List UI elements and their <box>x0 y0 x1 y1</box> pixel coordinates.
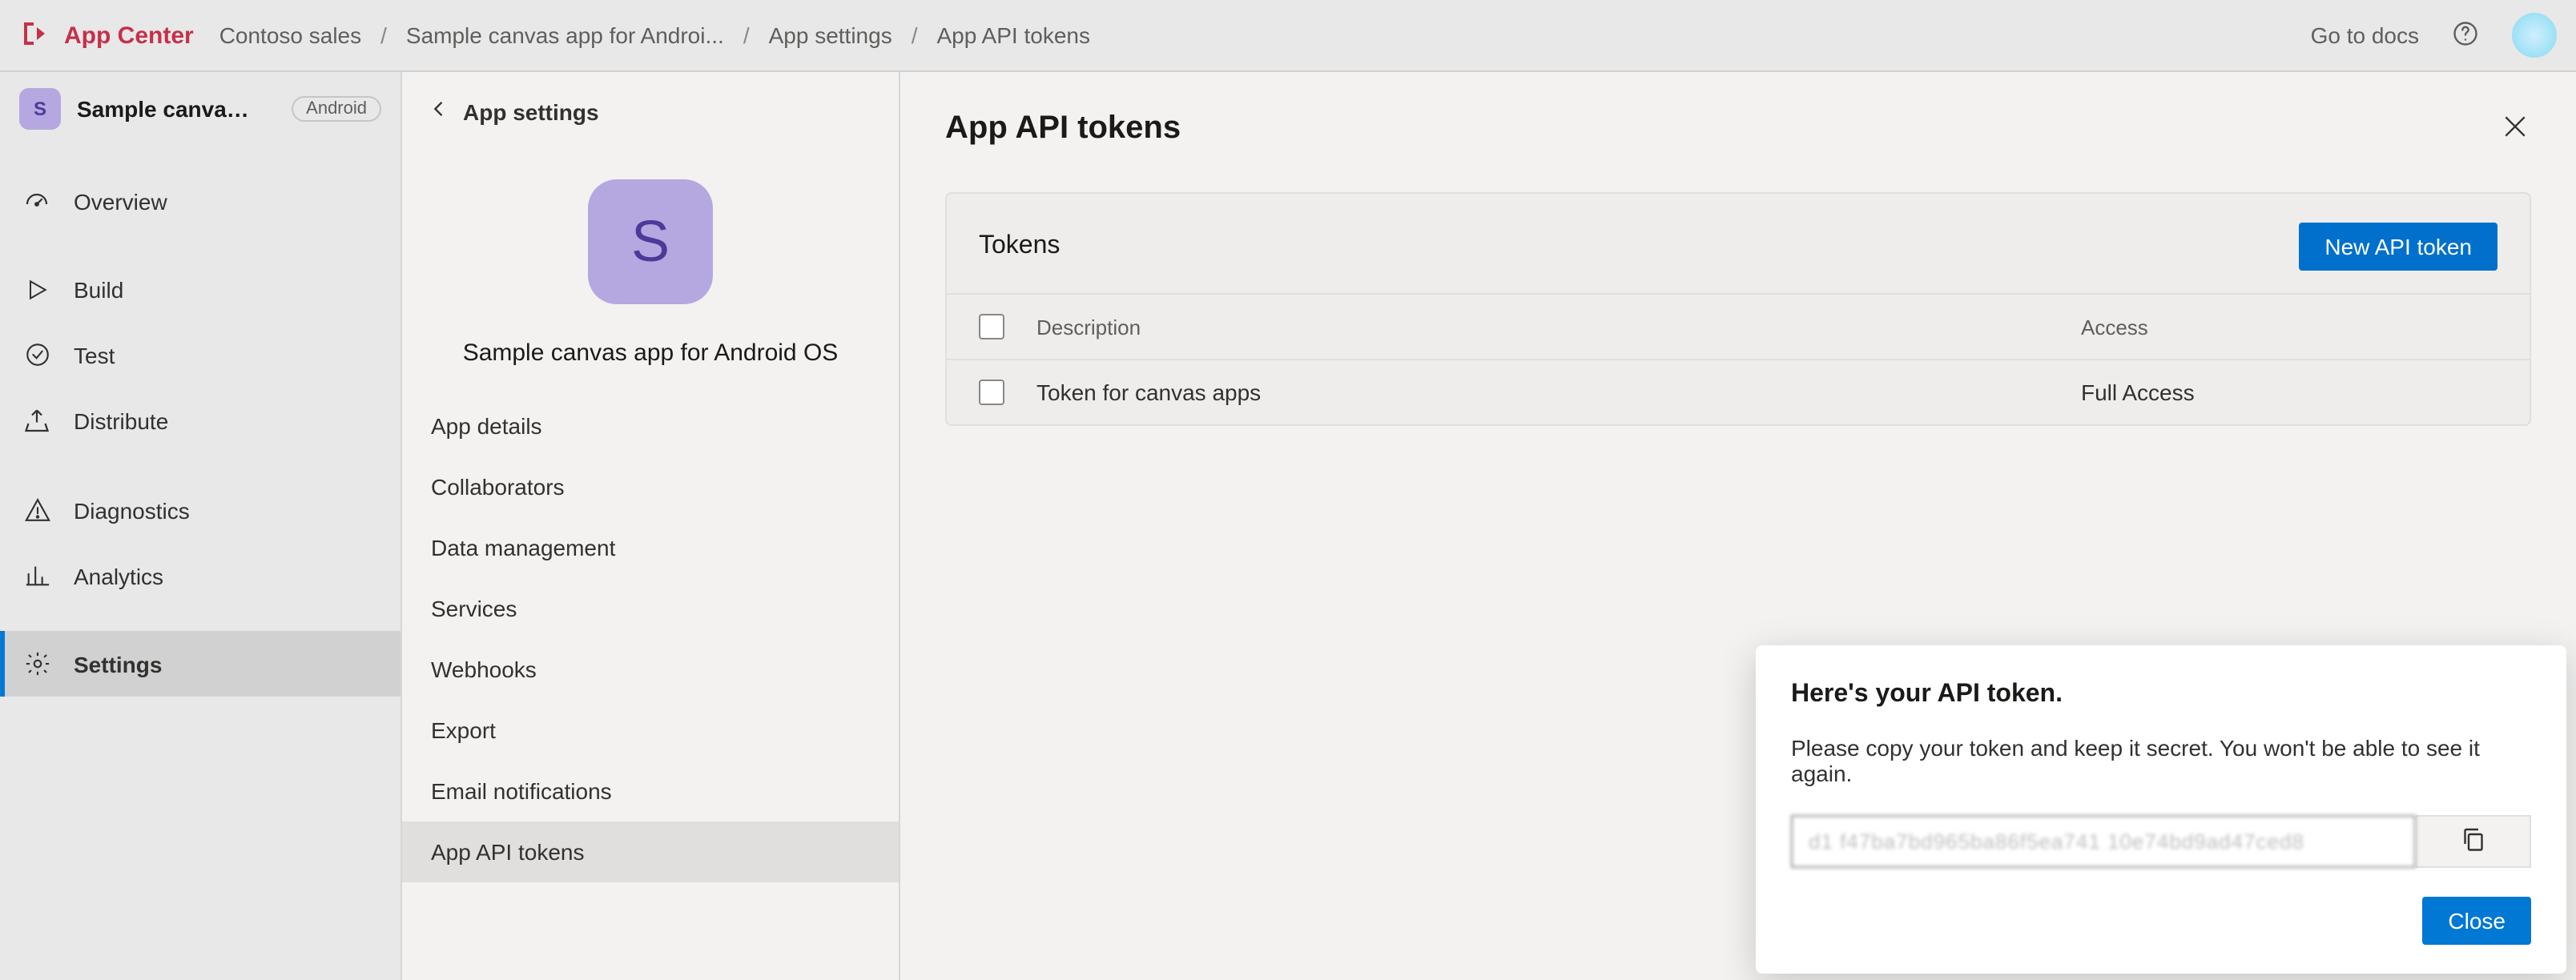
breadcrumb-item-2[interactable]: App settings <box>769 22 892 48</box>
row-checkbox[interactable] <box>979 380 1004 405</box>
nav-label: Diagnostics <box>74 497 190 523</box>
chevron-left-icon <box>428 98 450 125</box>
row-description: Token for canvas apps <box>1036 380 2081 405</box>
brand[interactable]: App Center <box>19 17 194 54</box>
settings-item-app-api-tokens[interactable]: App API tokens <box>402 821 899 882</box>
brand-label: App Center <box>64 22 194 49</box>
nav-label: Distribute <box>74 408 168 434</box>
play-icon <box>22 277 51 303</box>
app-hero-tile-icon: S <box>588 179 713 304</box>
breadcrumb-sep: / <box>912 22 918 48</box>
copy-token-button[interactable] <box>2416 815 2531 868</box>
check-circle-icon <box>22 341 51 368</box>
top-bar: App Center Contoso sales / Sample canvas… <box>0 0 2576 72</box>
settings-item-collaborators[interactable]: Collaborators <box>402 456 899 517</box>
nav-label: Settings <box>74 651 162 677</box>
tokens-table-head: Description Access <box>947 293 2530 359</box>
column-description: Description <box>1036 315 2081 339</box>
goto-docs-link[interactable]: Go to docs <box>2311 22 2419 48</box>
select-all-checkbox[interactable] <box>979 314 1004 339</box>
app-hero-name: Sample canvas app for Android OS <box>463 339 839 367</box>
breadcrumb-sep: / <box>743 22 750 48</box>
warning-icon <box>22 496 51 524</box>
settings-item-export[interactable]: Export <box>402 700 899 761</box>
new-api-token-button[interactable]: New API token <box>2299 223 2498 271</box>
close-icon[interactable] <box>2499 110 2531 147</box>
tokens-card: Tokens New API token Description Access … <box>945 192 2531 426</box>
bar-chart-icon <box>22 562 51 589</box>
settings-item-webhooks[interactable]: Webhooks <box>402 639 899 700</box>
distribute-icon <box>22 407 51 436</box>
nav-item-distribute[interactable]: Distribute <box>0 388 400 455</box>
breadcrumb-item-3[interactable]: App API tokens <box>937 22 1090 48</box>
gear-icon <box>22 650 51 677</box>
column-access: Access <box>2081 315 2498 339</box>
nav-label: Overview <box>74 189 167 215</box>
copy-icon <box>2458 825 2487 858</box>
row-access: Full Access <box>2081 380 2498 405</box>
modal-body: Please copy your token and keep it secre… <box>1791 735 2531 786</box>
breadcrumb-sep: / <box>380 22 387 48</box>
nav-label: Build <box>74 277 123 303</box>
nav-item-diagnostics[interactable]: Diagnostics <box>0 477 400 543</box>
page-title: App API tokens <box>945 110 1181 147</box>
left-nav: S Sample canvas ... Android Overview Bu <box>0 72 402 980</box>
modal-title: Here's your API token. <box>1791 681 2531 709</box>
breadcrumb-item-1[interactable]: Sample canvas app for Androi... <box>406 22 724 48</box>
nav-label: Test <box>74 342 115 368</box>
settings-back[interactable]: App settings <box>402 72 899 135</box>
tokens-card-title: Tokens <box>979 232 1060 261</box>
nav-item-test[interactable]: Test <box>0 322 400 388</box>
nav-item-overview[interactable]: Overview <box>0 168 400 235</box>
app-name-label: Sample canvas ... <box>77 96 253 122</box>
settings-back-label: App settings <box>463 98 599 124</box>
avatar[interactable] <box>2512 13 2557 58</box>
settings-item-email-notifications[interactable]: Email notifications <box>402 761 899 821</box>
app-center-logo-icon <box>19 17 51 54</box>
help-icon[interactable] <box>2451 18 2480 52</box>
gauge-icon <box>22 187 51 216</box>
settings-column: App settings S Sample canvas app for And… <box>402 72 900 980</box>
token-value-field[interactable]: d1 f47ba7bd965ba86f5ea741 10e74bd9ad47ce… <box>1791 815 2416 868</box>
table-row[interactable]: Token for canvas apps Full Access <box>947 359 2530 424</box>
api-token-modal: Here's your API token. Please copy your … <box>1756 645 2566 974</box>
close-button[interactable]: Close <box>2422 897 2531 945</box>
app-hero: S Sample canvas app for Android OS <box>402 135 899 396</box>
nav-item-build[interactable]: Build <box>0 258 400 322</box>
app-tile-icon: S <box>19 88 61 130</box>
breadcrumb-item-0[interactable]: Contoso sales <box>219 22 361 48</box>
platform-badge: Android <box>292 96 381 122</box>
settings-item-app-details[interactable]: App details <box>402 396 899 456</box>
app-selector[interactable]: S Sample canvas ... Android <box>0 72 400 146</box>
nav-label: Analytics <box>74 563 163 588</box>
main-panel: App API tokens Tokens New API token Desc… <box>900 72 2576 980</box>
nav-item-settings[interactable]: Settings <box>0 631 400 697</box>
settings-item-data-management[interactable]: Data management <box>402 517 899 578</box>
nav-item-analytics[interactable]: Analytics <box>0 543 400 608</box>
settings-item-services[interactable]: Services <box>402 578 899 639</box>
breadcrumb: Contoso sales / Sample canvas app for An… <box>219 22 1090 48</box>
